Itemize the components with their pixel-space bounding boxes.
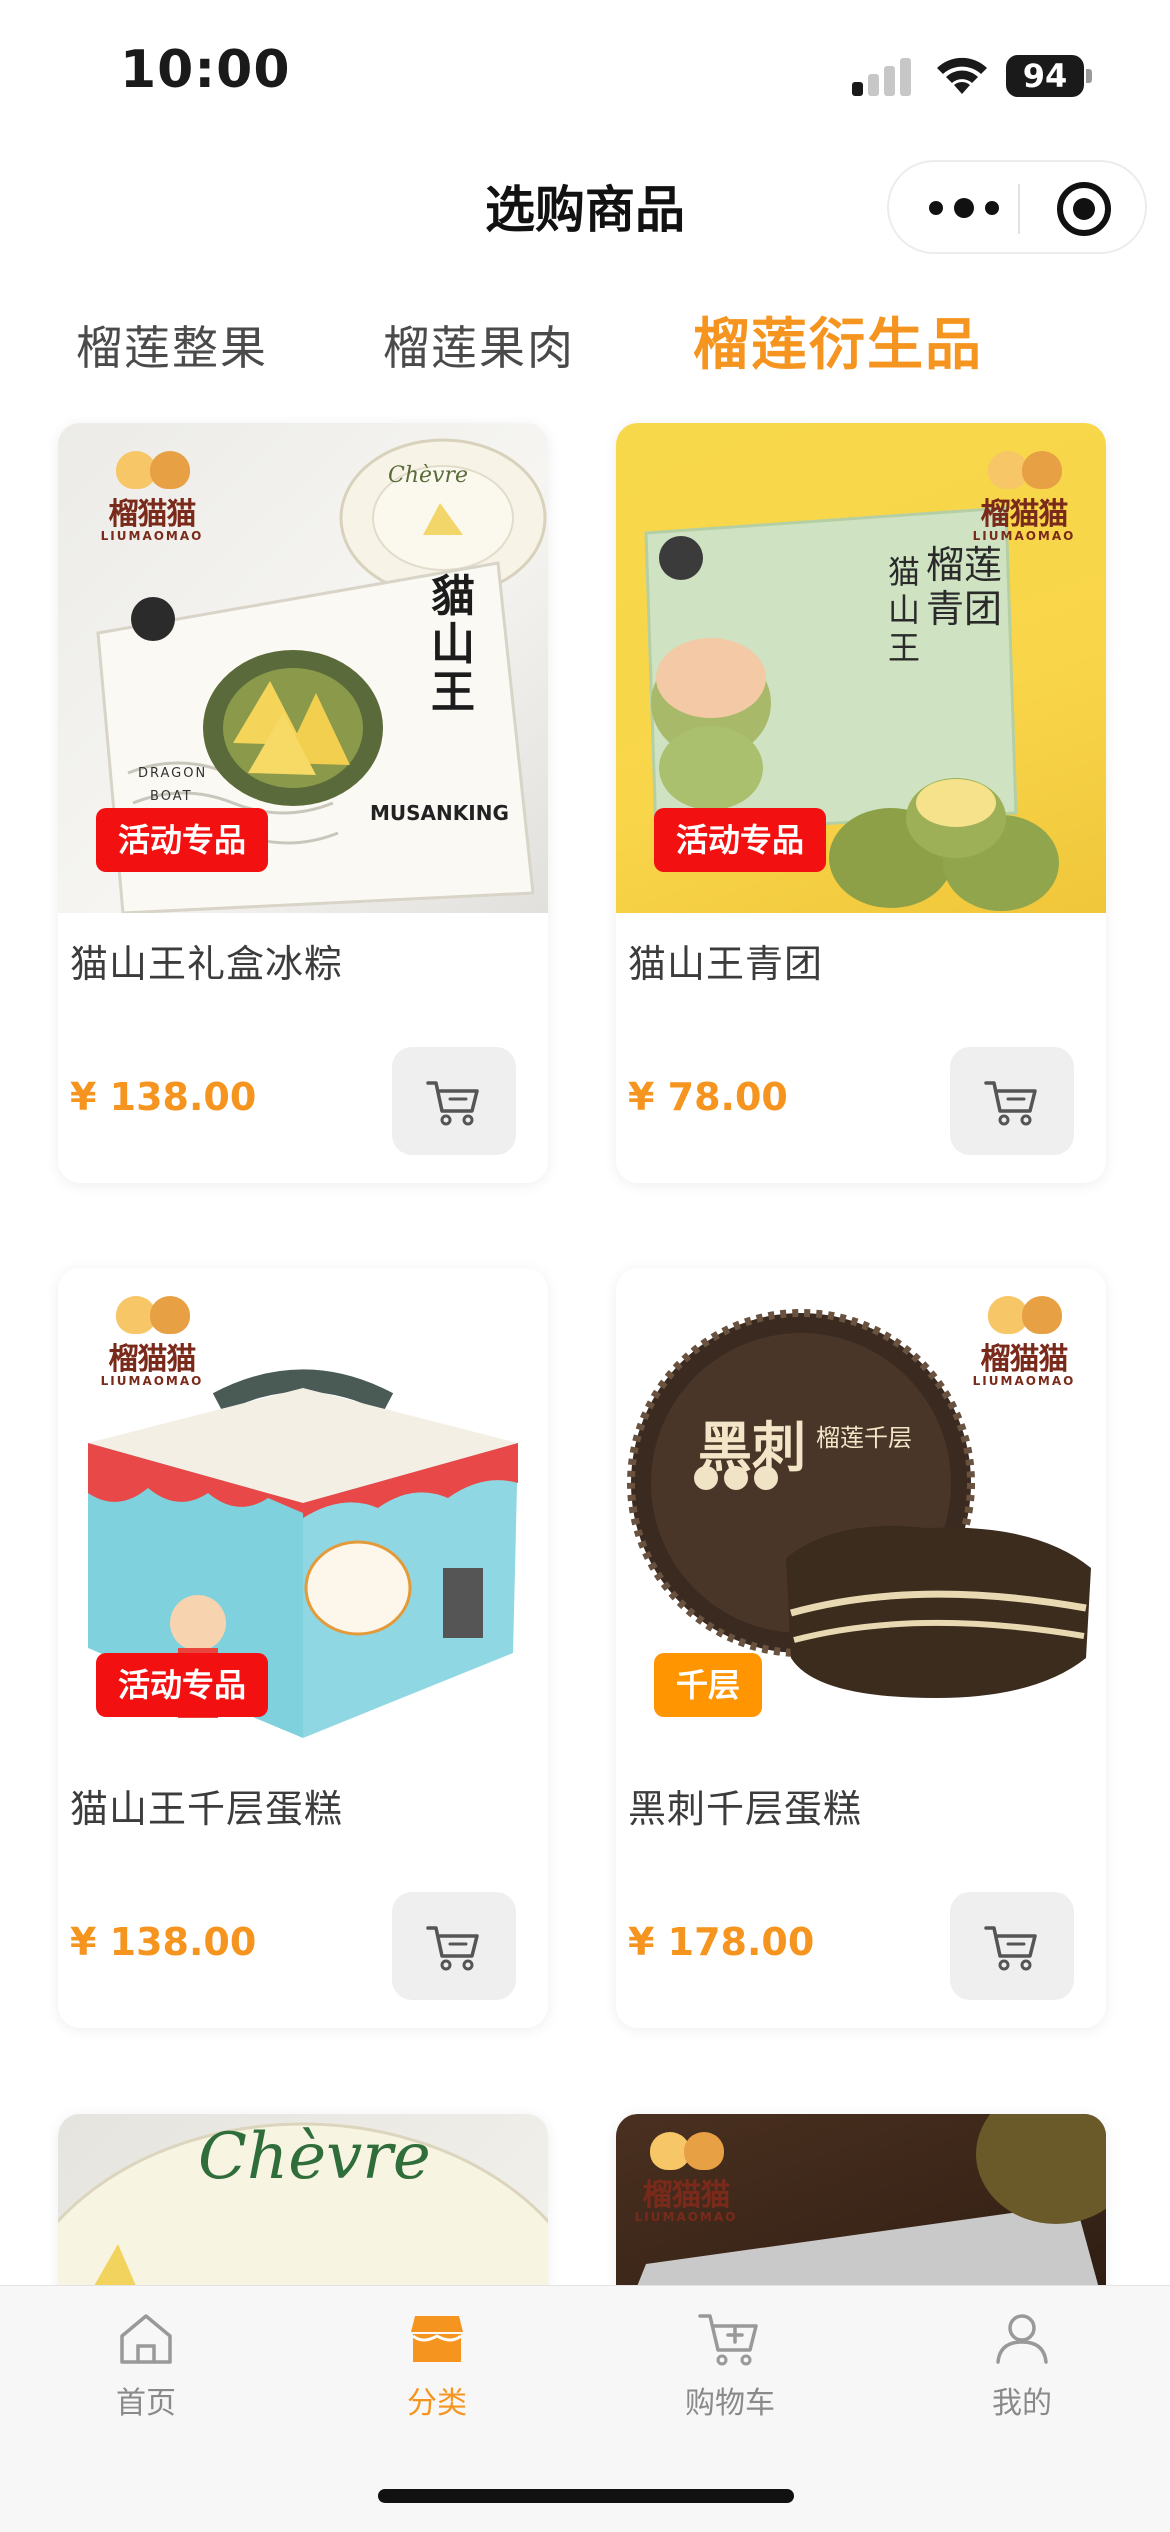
- box-boat-text: BOAT: [150, 789, 193, 804]
- product-price: ¥ 78.00: [628, 1075, 788, 1119]
- product-card[interactable]: 榴猫猫 LIUMAOMAO: [616, 2114, 1106, 2314]
- status-bar: 10:00 94: [0, 0, 1170, 150]
- product-price: ¥ 178.00: [628, 1920, 815, 1964]
- add-to-cart-button[interactable]: [392, 1892, 516, 2000]
- product-card[interactable]: Chèvre: [58, 2114, 548, 2314]
- brand-logo: 榴猫猫 LIUMAOMAO: [964, 1288, 1084, 1398]
- tabbar-cart[interactable]: 购物车: [640, 2308, 820, 2458]
- wifi-icon: [937, 57, 987, 94]
- plate-text: Chèvre: [198, 2120, 431, 2194]
- store-icon: [411, 2316, 463, 2362]
- add-to-cart-button[interactable]: [392, 1047, 516, 1155]
- product-card[interactable]: 榴猫猫 LIUMAOMAO 活动专品 猫山王千层蛋糕 ¥ 138.00: [58, 1268, 548, 2028]
- box-sub-text: 榴莲千层: [816, 1424, 912, 1452]
- capsule-divider: [1018, 184, 1020, 234]
- home-indicator: [378, 2489, 794, 2503]
- status-time: 10:00: [120, 40, 291, 100]
- product-name[interactable]: 猫山王青团: [628, 933, 823, 988]
- product-image[interactable]: Chèvre: [58, 2114, 548, 2314]
- tabbar-home[interactable]: 首页: [56, 2308, 236, 2458]
- battery-level: 94: [1006, 55, 1084, 97]
- box-sub-text: 猫山王: [888, 553, 921, 667]
- category-tabs: 榴莲整果 榴莲果肉 榴莲衍生品: [0, 300, 1170, 390]
- cart-icon: [426, 1926, 479, 1971]
- product-name[interactable]: 猫山王千层蛋糕: [70, 1778, 343, 1833]
- tab-durian-flesh[interactable]: 榴莲果肉: [383, 312, 575, 378]
- cart-icon: [984, 1081, 1037, 1126]
- brand-logo: 榴猫猫 LIUMAOMAO: [626, 2124, 746, 2234]
- close-miniprogram-icon[interactable]: [1057, 182, 1111, 236]
- product-card[interactable]: 榴莲青团 猫山王 榴猫猫 LIUMAOMAO 活动专品 猫山王青团 ¥ 78.0…: [616, 423, 1106, 1183]
- more-options-icon[interactable]: [929, 184, 1001, 232]
- tabbar-label: 分类: [407, 2386, 467, 2421]
- miniprogram-capsule: [887, 160, 1147, 254]
- promo-badge: 活动专品: [654, 808, 827, 872]
- tabbar-label: 购物车: [685, 2386, 775, 2421]
- box-dragon-text: DRAGON: [138, 766, 208, 781]
- tabbar-label: 首页: [116, 2386, 176, 2421]
- category-badge: 千层: [654, 1653, 763, 1717]
- promo-badge: 活动专品: [96, 808, 269, 872]
- plate-text: Chèvre: [388, 463, 468, 488]
- tabbar-category[interactable]: 分类: [347, 2308, 527, 2458]
- product-name[interactable]: 黑刺千层蛋糕: [628, 1778, 862, 1833]
- add-to-cart-button[interactable]: [950, 1892, 1074, 2000]
- product-image[interactable]: 榴猫猫 LIUMAOMAO: [616, 2114, 1106, 2314]
- box-title-text: 榴莲青团: [926, 543, 1003, 631]
- product-card[interactable]: 貓山王 MUSANKING Chèvre DRAGON BOAT 榴猫猫 LIU…: [58, 423, 548, 1183]
- product-card[interactable]: 黑刺 榴莲千层 榴猫猫 LIUMAOMAO 千层 黑刺千层蛋糕 ¥ 178.00: [616, 1268, 1106, 2028]
- cart-icon: [984, 1926, 1037, 1971]
- box-title-text: 貓山王: [431, 571, 475, 718]
- cart-icon: [698, 2314, 758, 2366]
- add-to-cart-button[interactable]: [950, 1047, 1074, 1155]
- brand-logo: 榴猫猫 LIUMAOMAO: [964, 443, 1084, 553]
- tab-durian-derivatives[interactable]: 榴莲衍生品: [693, 300, 983, 381]
- box-title-text: 黑刺: [698, 1415, 806, 1479]
- tabbar-label: 我的: [992, 2386, 1052, 2421]
- screen: 10:00 94 选购商品 榴莲整果 榴莲果肉 榴莲衍生品 貓山王 MUSANK…: [0, 0, 1170, 2532]
- cellular-signal-icon: [852, 58, 912, 96]
- promo-badge: 活动专品: [96, 1653, 269, 1717]
- box-brand-text: MUSANKING: [370, 801, 509, 825]
- battery-icon: 94: [1006, 55, 1092, 97]
- tab-durian-whole[interactable]: 榴莲整果: [76, 312, 268, 378]
- home-icon: [120, 2314, 172, 2364]
- product-price: ¥ 138.00: [70, 1075, 257, 1119]
- cart-icon: [426, 1081, 479, 1126]
- product-name[interactable]: 猫山王礼盒冰粽: [70, 933, 343, 988]
- user-icon: [996, 2314, 1048, 2364]
- brand-logo: 榴猫猫 LIUMAOMAO: [92, 443, 212, 553]
- brand-logo: 榴猫猫 LIUMAOMAO: [92, 1288, 212, 1398]
- product-price: ¥ 138.00: [70, 1920, 257, 1964]
- tabbar-profile[interactable]: 我的: [932, 2308, 1112, 2458]
